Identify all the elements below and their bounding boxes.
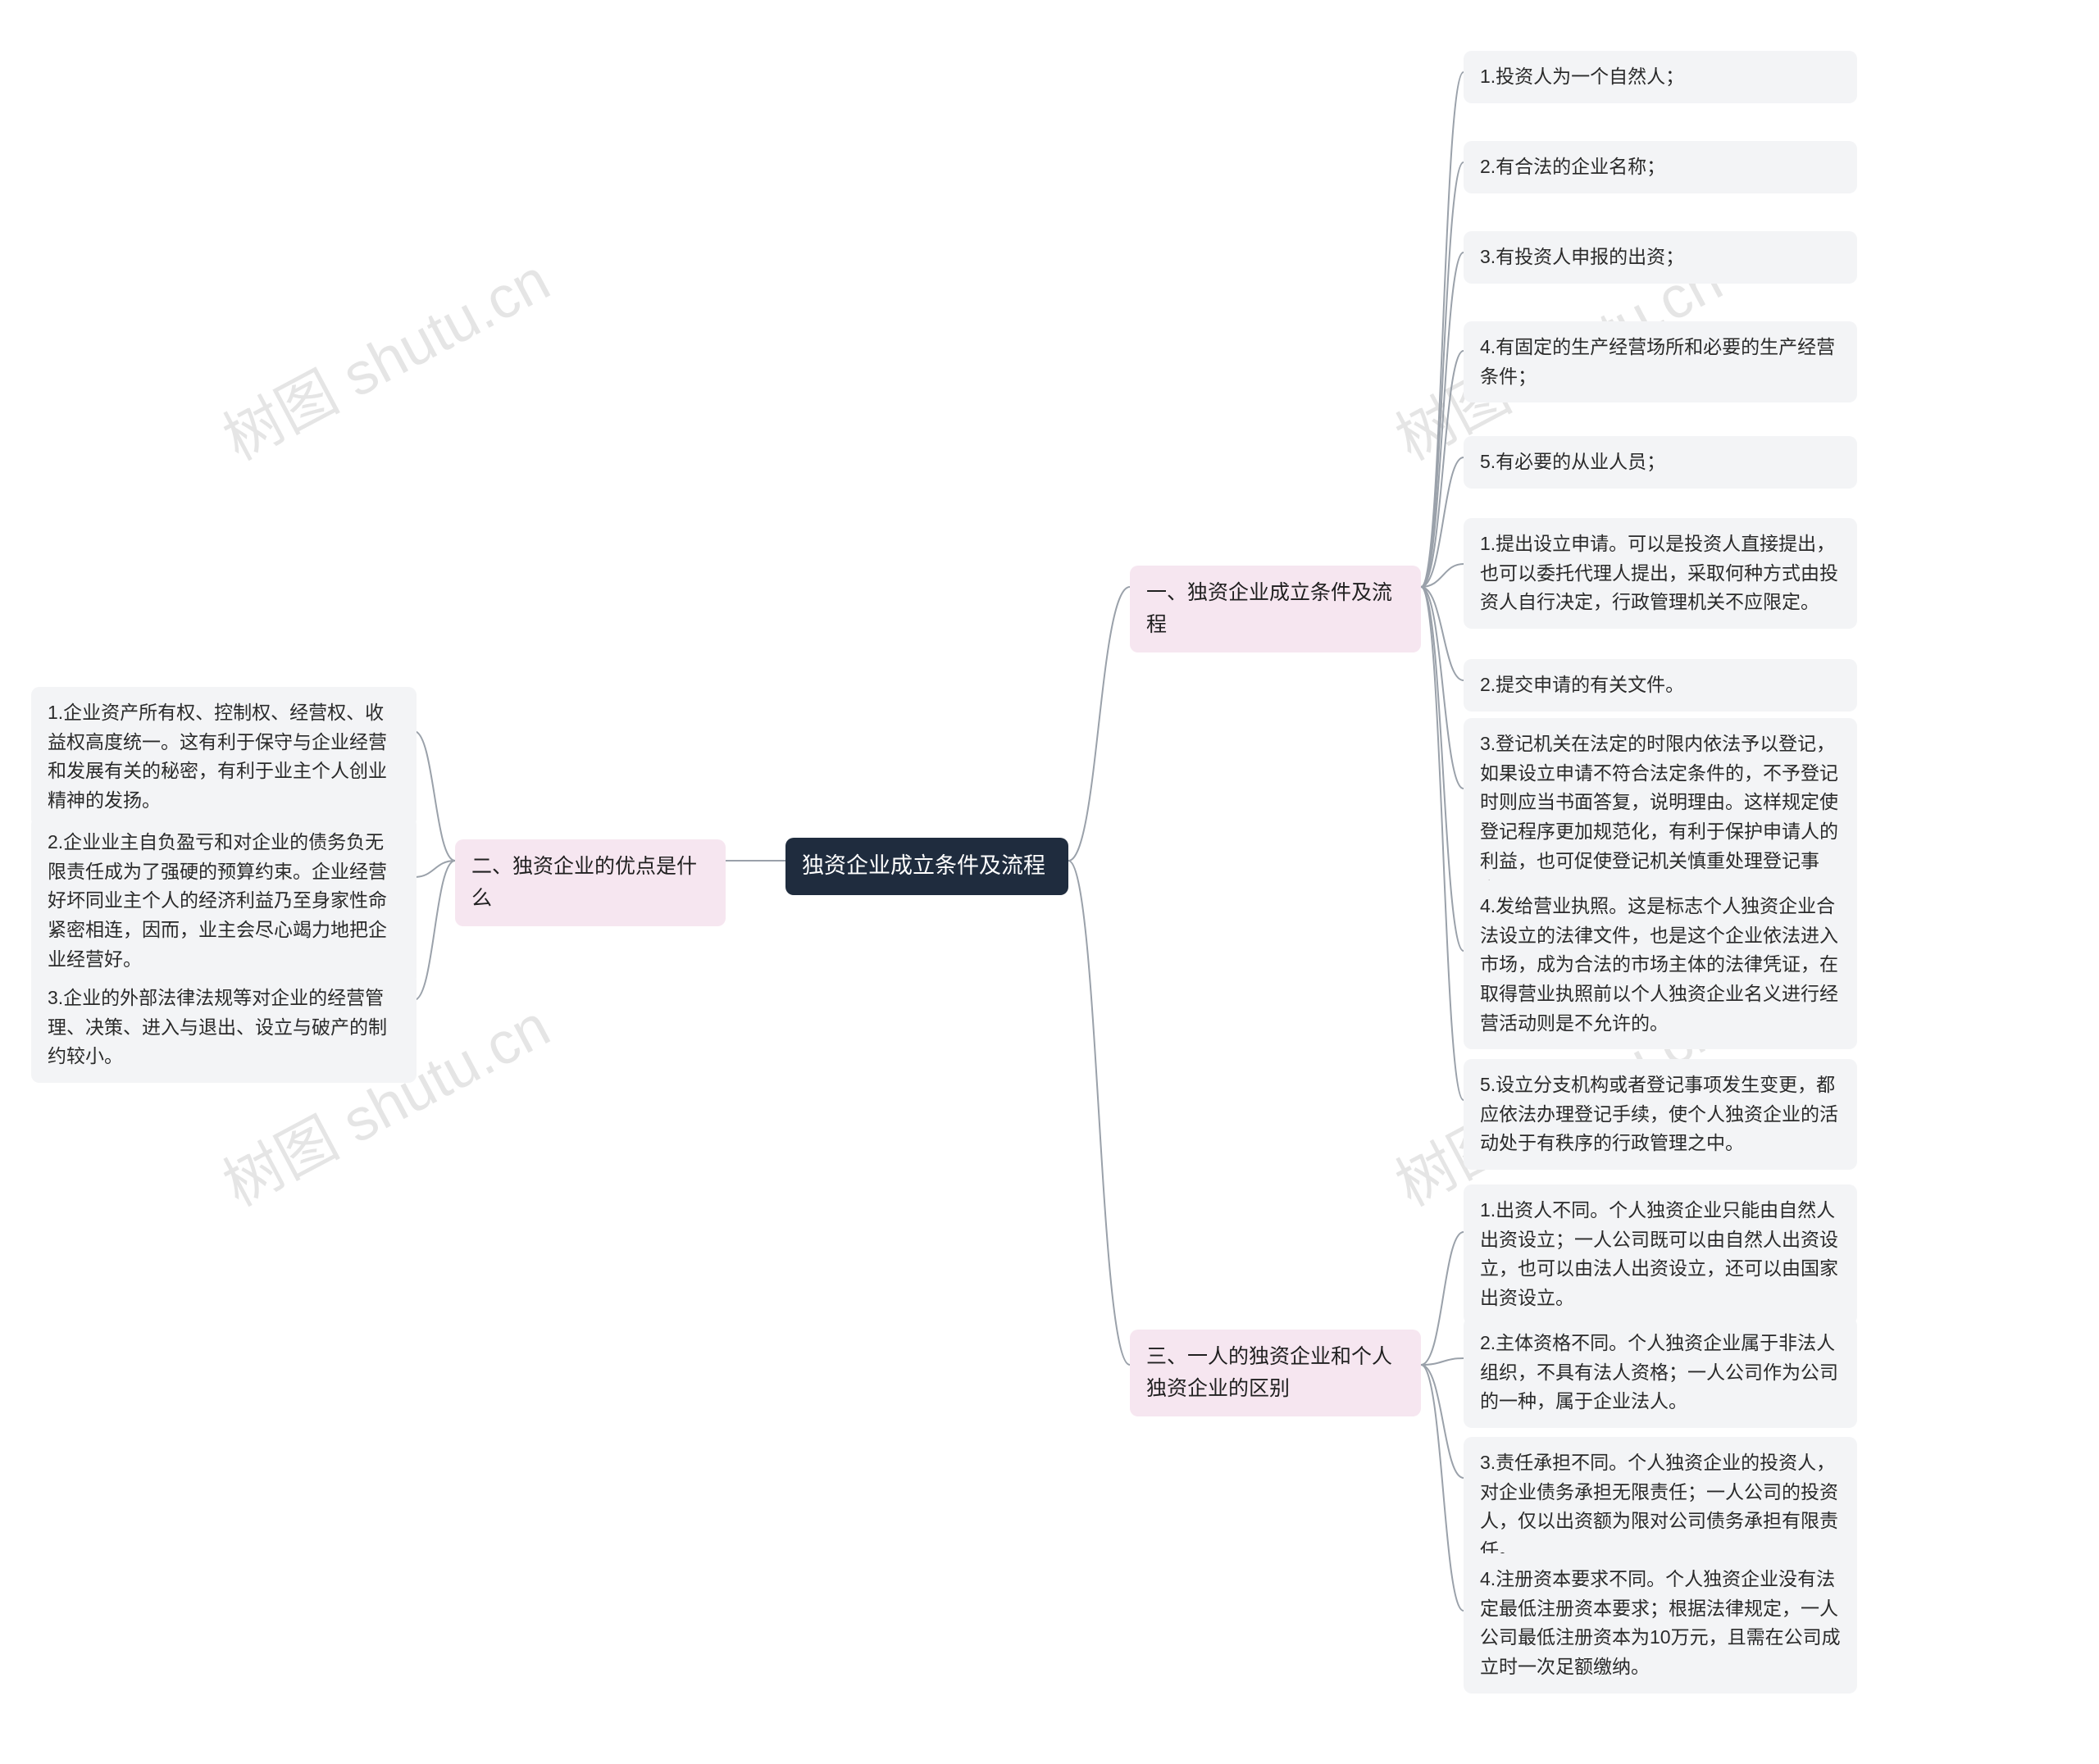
branch-node-3[interactable]: 三、一人的独资企业和个人独资企业的区别	[1130, 1330, 1421, 1416]
leaf-text: 4.发给营业执照。这是标志个人独资企业合法设立的法律文件，也是这个企业依法进入市…	[1480, 895, 1838, 1034]
leaf-node[interactable]: 1.提出设立申请。可以是投资人直接提出，也可以委托代理人提出，采取何种方式由投资…	[1464, 518, 1857, 629]
leaf-node[interactable]: 5.设立分支机构或者登记事项发生变更，都应依法办理登记手续，使个人独资企业的活动…	[1464, 1059, 1857, 1170]
leaf-text: 1.投资人为一个自然人；	[1480, 66, 1684, 87]
leaf-node[interactable]: 4.注册资本要求不同。个人独资企业没有法定最低注册资本要求；根据法律规定，一人公…	[1464, 1553, 1857, 1694]
leaf-node[interactable]: 2.有合法的企业名称；	[1464, 141, 1857, 193]
leaf-node[interactable]: 5.有必要的从业人员；	[1464, 436, 1857, 489]
root-title: 独资企业成立条件及流程	[802, 853, 1045, 878]
leaf-node[interactable]: 1.出资人不同。个人独资企业只能由自然人出资设立；一人公司既可以由自然人出资设立…	[1464, 1184, 1857, 1325]
leaf-node[interactable]: 3.企业的外部法律法规等对企业的经营管理、决策、进入与退出、设立与破产的制约较小…	[31, 972, 417, 1083]
leaf-text: 2.有合法的企业名称；	[1480, 156, 1665, 177]
root-node[interactable]: 独资企业成立条件及流程	[785, 838, 1068, 895]
branch-node-2[interactable]: 二、独资企业的优点是什么	[455, 839, 726, 926]
leaf-text: 3.登记机关在法定的时限内依法予以登记，如果设立申请不符合法定条件的，不予登记时…	[1480, 733, 1838, 900]
branch-node-1[interactable]: 一、独资企业成立条件及流程	[1130, 566, 1421, 652]
leaf-node[interactable]: 2.企业业主自负盈亏和对企业的债务负无限责任成为了强硬的预算约束。企业经营好坏同…	[31, 816, 417, 985]
leaf-text: 4.有固定的生产经营场所和必要的生产经营条件；	[1480, 336, 1835, 387]
leaf-node[interactable]: 2.主体资格不同。个人独资企业属于非法人组织，不具有法人资格；一人公司作为公司的…	[1464, 1317, 1857, 1428]
leaf-text: 5.设立分支机构或者登记事项发生变更，都应依法办理登记手续，使个人独资企业的活动…	[1480, 1074, 1838, 1153]
leaf-node[interactable]: 4.发给营业执照。这是标志个人独资企业合法设立的法律文件，也是这个企业依法进入市…	[1464, 880, 1857, 1049]
leaf-text: 5.有必要的从业人员；	[1480, 451, 1665, 472]
leaf-node[interactable]: 2.提交申请的有关文件。	[1464, 659, 1857, 712]
branch-3-title: 三、一人的独资企业和个人独资企业的区别	[1146, 1345, 1392, 1400]
leaf-text: 1.提出设立申请。可以是投资人直接提出，也可以委托代理人提出，采取何种方式由投资…	[1480, 533, 1838, 612]
leaf-node[interactable]: 3.有投资人申报的出资；	[1464, 231, 1857, 284]
branch-1-title: 一、独资企业成立条件及流程	[1146, 581, 1392, 636]
leaf-text: 2.主体资格不同。个人独资企业属于非法人组织，不具有法人资格；一人公司作为公司的…	[1480, 1332, 1838, 1412]
branch-2-title: 二、独资企业的优点是什么	[471, 855, 697, 910]
leaf-text: 2.企业业主自负盈亏和对企业的债务负无限责任成为了强硬的预算约束。企业经营好坏同…	[48, 831, 387, 970]
leaf-text: 2.提交申请的有关文件。	[1480, 674, 1684, 695]
leaf-text: 3.企业的外部法律法规等对企业的经营管理、决策、进入与退出、设立与破产的制约较小…	[48, 987, 387, 1066]
leaf-text: 4.注册资本要求不同。个人独资企业没有法定最低注册资本要求；根据法律规定，一人公…	[1480, 1568, 1841, 1677]
leaf-text: 3.责任承担不同。个人独资企业的投资人，对企业债务承担无限责任；一人公司的投资人…	[1480, 1452, 1838, 1561]
leaf-node[interactable]: 1.投资人为一个自然人；	[1464, 51, 1857, 103]
leaf-text: 1.出资人不同。个人独资企业只能由自然人出资设立；一人公司既可以由自然人出资设立…	[1480, 1199, 1838, 1308]
leaf-text: 3.有投资人申报的出资；	[1480, 246, 1684, 267]
leaf-node[interactable]: 1.企业资产所有权、控制权、经营权、收益权高度统一。这有利于保守与企业经营和发展…	[31, 687, 417, 827]
leaf-node[interactable]: 4.有固定的生产经营场所和必要的生产经营条件；	[1464, 321, 1857, 402]
watermark: 树图 shutu.cn	[206, 233, 562, 476]
leaf-text: 1.企业资产所有权、控制权、经营权、收益权高度统一。这有利于保守与企业经营和发展…	[48, 702, 387, 811]
